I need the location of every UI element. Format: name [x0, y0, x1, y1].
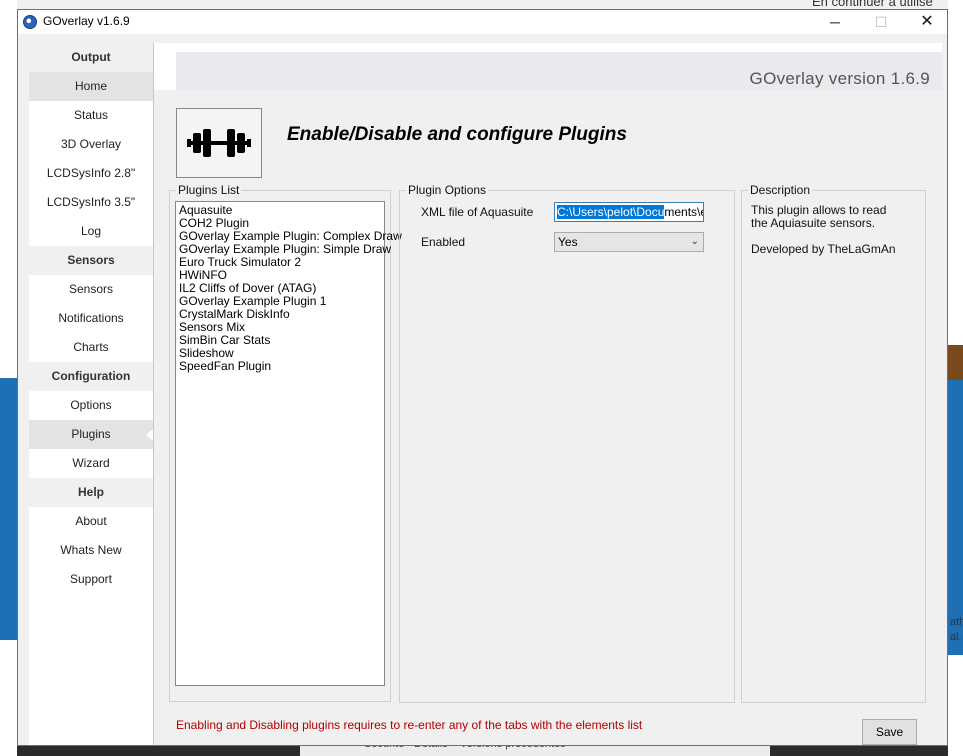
version-label: GOverlay version 1.6.9 — [749, 69, 930, 88]
dumbbell-icon — [176, 108, 262, 178]
sidebar-item-home[interactable]: Home — [29, 72, 153, 101]
sidebar-item-3d-overlay[interactable]: 3D Overlay — [29, 130, 153, 159]
sidebar-item-lcdsysinfo-28[interactable]: LCDSysInfo 2.8" — [29, 159, 153, 188]
list-item[interactable]: SpeedFan Plugin — [179, 360, 384, 373]
sidebar-header-output: Output — [29, 43, 153, 72]
window-title: GOverlay v1.6.9 — [43, 14, 130, 28]
background-text-fragment: ath — [950, 616, 963, 628]
plugins-list-label: Plugins List — [176, 183, 242, 197]
description-line: Developed by TheLaGmAn — [751, 242, 896, 256]
desktop-background-right-brown — [948, 345, 963, 381]
description-line: This plugin allows to read the Aquiasuit… — [751, 203, 887, 230]
sidebar-item-plugins[interactable]: Plugins — [29, 420, 154, 449]
warning-message: Enabling and Disabling plugins requires … — [176, 718, 643, 732]
sidebar-item-wizard[interactable]: Wizard — [29, 449, 153, 478]
xml-file-input[interactable]: C:\Users\pelot\Documents\ea — [554, 202, 704, 222]
sidebar-item-status[interactable]: Status — [29, 101, 153, 130]
sidebar-item-sensors[interactable]: Sensors — [29, 275, 153, 304]
enabled-label: Enabled — [421, 235, 466, 249]
desktop-background-left-blue — [0, 378, 17, 640]
description-label: Description — [748, 183, 813, 197]
sidebar-header-sensors: Sensors — [29, 246, 153, 275]
header-strip: GOverlay version 1.6.9 — [176, 52, 942, 90]
sidebar-item-options[interactable]: Options — [29, 391, 153, 420]
background-window-text: En continuer à utilise — [812, 0, 933, 9]
save-button[interactable]: Save — [862, 719, 917, 745]
sidebar-header-help: Help — [29, 478, 153, 507]
plugins-page: Enable/Disable and configure Plugins Plu… — [154, 90, 942, 745]
plugin-options-group: Plugin Options — [399, 183, 735, 703]
minimize-button[interactable]: ─ — [812, 10, 858, 34]
enabled-select[interactable]: Yes ⌄ — [554, 232, 704, 252]
enabled-select-value: Yes — [558, 235, 578, 249]
description-group: Description — [741, 183, 926, 703]
sidebar-item-about[interactable]: About — [29, 507, 153, 536]
sidebar-item-support[interactable]: Support — [29, 565, 153, 594]
close-button[interactable]: ✕ — [904, 10, 950, 34]
xml-file-rest-text: ments\ea — [664, 205, 703, 219]
background-text-fragment: al. — [950, 631, 962, 643]
plugin-options-label: Plugin Options — [406, 183, 489, 197]
sidebar-item-charts[interactable]: Charts — [29, 333, 153, 362]
sidebar-header-configuration: Configuration — [29, 362, 153, 391]
app-icon — [23, 15, 37, 29]
page-title: Enable/Disable and configure Plugins — [287, 124, 627, 145]
window-client-area: Output Home Status 3D Overlay LCDSysInfo… — [18, 34, 947, 745]
goverlay-window: GOverlay v1.6.9 ─ ☐ ✕ Output Home Status… — [17, 9, 948, 746]
chevron-down-icon: ⌄ — [690, 236, 699, 247]
plugins-listbox[interactable]: Aquasuite COH2 Plugin GOverlay Example P… — [175, 201, 402, 686]
main-panel: GOverlay version 1.6.9 Enable/Disable an… — [153, 43, 942, 745]
title-bar[interactable]: GOverlay v1.6.9 ─ ☐ ✕ — [18, 10, 947, 34]
sidebar-item-whats-new[interactable]: Whats New — [29, 536, 153, 565]
sidebar-item-notifications[interactable]: Notifications — [29, 304, 153, 333]
desktop-background-right-blue — [948, 380, 963, 655]
xml-file-selected-text: C:\Users\pelot\Docu — [557, 205, 665, 219]
sidebar-nav: Output Home Status 3D Overlay LCDSysInfo… — [29, 43, 154, 745]
sidebar-item-log[interactable]: Log — [29, 217, 153, 246]
sidebar-item-lcdsysinfo-35[interactable]: LCDSysInfo 3.5" — [29, 188, 153, 217]
sidebar-item-label: Plugins — [71, 427, 111, 441]
xml-file-label: XML file of Aquasuite — [421, 205, 534, 219]
description-text: This plugin allows to read the Aquiasuit… — [751, 204, 901, 256]
maximize-button[interactable]: ☐ — [858, 10, 904, 34]
